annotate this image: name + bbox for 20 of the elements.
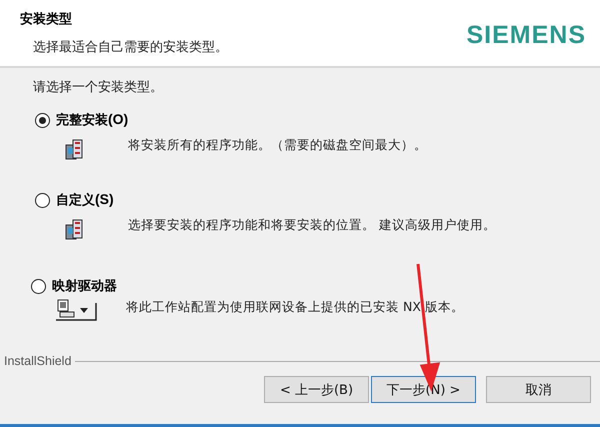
package-icon [65, 139, 83, 161]
logo: SIEMENS [466, 20, 586, 50]
option-description: 将安装所有的程序功能。（需要的磁盘空间最大）。 [128, 137, 427, 154]
radio-button[interactable] [35, 112, 50, 128]
installer-brand: InstallShield [4, 354, 72, 368]
computer-dropdown-icon[interactable] [56, 297, 100, 321]
package-icon [65, 219, 83, 241]
radio-button[interactable] [31, 278, 46, 294]
option-label[interactable]: 映射驱动器 [52, 277, 117, 295]
page-title: 安装类型 [20, 10, 73, 28]
option-label[interactable]: 自定义(S) [56, 191, 114, 209]
dialog-button[interactable]: 取消 [486, 376, 591, 403]
option-label[interactable]: 完整安装(O) [56, 111, 128, 129]
dialog-button[interactable]: 下一步(N) > [371, 376, 476, 403]
option-description: 将此工作站配置为使用联网设备上提供的已安装 NX 版本。 [126, 299, 464, 316]
prompt-text: 请选择一个安装类型。 [33, 79, 164, 96]
dialog-button[interactable]: < 上一步(B) [264, 376, 369, 403]
option-description: 选择要安装的程序功能和将要安装的位置。 建议高级用户使用。 [128, 217, 496, 234]
radio-button[interactable] [35, 192, 50, 208]
page-subtitle: 选择最适合自己需要的安装类型。 [33, 39, 228, 56]
